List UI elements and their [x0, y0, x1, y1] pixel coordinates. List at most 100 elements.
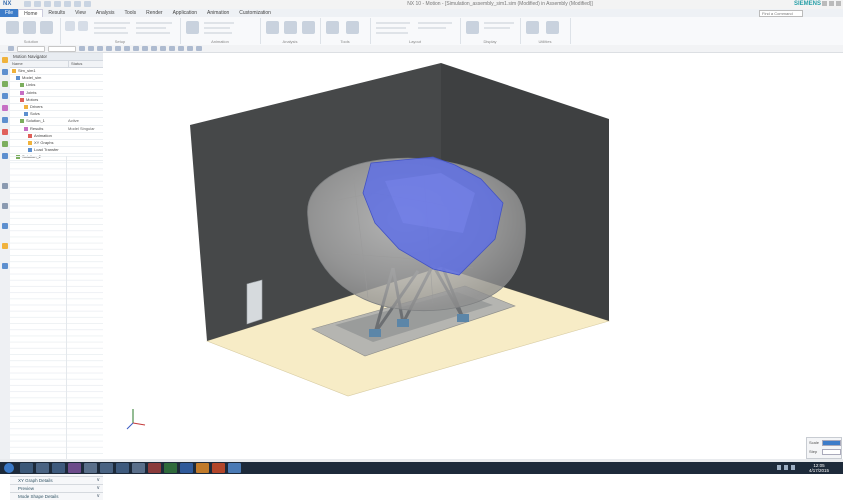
snap-icon[interactable] [88, 46, 94, 51]
copy-icon[interactable] [64, 1, 71, 7]
3d-model-view[interactable] [103, 53, 843, 459]
tree-node[interactable]: Results Model Singular [10, 126, 103, 133]
tree-node[interactable]: Drivers [10, 104, 103, 112]
tab-animation[interactable]: Animation [202, 9, 234, 17]
system-materials-icon[interactable] [2, 223, 8, 229]
palettes-icon[interactable] [2, 263, 8, 269]
constraint-navigator-icon[interactable] [2, 81, 8, 87]
interference-icon[interactable] [266, 21, 279, 34]
actuator-foot[interactable] [369, 329, 381, 337]
assembly-navigator-icon[interactable] [2, 69, 8, 75]
display-icon[interactable] [466, 21, 479, 34]
cut-icon[interactable] [54, 1, 61, 7]
taskbar-app-icon[interactable] [100, 463, 113, 473]
taskbar-app-icon[interactable] [148, 463, 161, 473]
tree-node[interactable]: Sim_sim1 [10, 68, 103, 76]
tab-render[interactable]: Render [141, 9, 167, 17]
tree-node[interactable]: Solvs [10, 111, 103, 119]
tree-node[interactable]: Links [10, 82, 103, 90]
view-icon[interactable] [160, 46, 166, 51]
tree-node[interactable]: Animation [10, 133, 103, 140]
network-icon[interactable] [777, 465, 781, 470]
view-icon[interactable] [196, 46, 202, 51]
view-icon[interactable] [169, 46, 175, 51]
actuator-foot[interactable] [457, 314, 469, 322]
new-solution-icon[interactable] [6, 21, 19, 34]
step-field[interactable] [822, 449, 841, 455]
taskbar-app-icon[interactable] [212, 463, 225, 473]
snap-icon[interactable] [106, 46, 112, 51]
ribbon-command[interactable] [204, 22, 234, 24]
tree-node[interactable]: Model_sim [10, 75, 103, 83]
column-header-name[interactable]: Name [10, 61, 69, 67]
taskbar-app-icon[interactable] [196, 463, 209, 473]
minimize-icon[interactable] [822, 1, 827, 6]
flag-icon[interactable] [791, 465, 795, 470]
ribbon-command[interactable] [418, 22, 452, 24]
undo-icon[interactable] [34, 1, 41, 7]
maximize-icon[interactable] [829, 1, 834, 6]
nx-taskbar-icon[interactable] [228, 463, 241, 473]
tree-node[interactable]: Solution_1 Active [10, 118, 103, 126]
snap-icon[interactable] [79, 46, 85, 51]
snap-icon[interactable] [142, 46, 148, 51]
system-scenes-icon[interactable] [2, 203, 8, 209]
ribbon-command[interactable] [136, 22, 172, 24]
tree-node[interactable]: Load Transfer [10, 147, 103, 155]
training-icon[interactable] [2, 243, 8, 249]
ribbon-command[interactable] [484, 27, 510, 29]
tree-node[interactable]: XY Graphs [10, 140, 103, 148]
tree-node[interactable]: Joints [10, 90, 103, 97]
part-navigator-icon[interactable] [2, 93, 8, 99]
column-header-status[interactable]: Status [69, 61, 82, 67]
ribbon-command[interactable] [204, 32, 232, 34]
solve-icon[interactable] [23, 21, 36, 34]
command-search-input[interactable]: Find a Command [759, 10, 803, 17]
tab-application[interactable]: Application [168, 9, 202, 17]
tab-tools[interactable]: Tools [119, 9, 141, 17]
process-studio-icon[interactable] [2, 153, 8, 159]
motion-navigator-icon[interactable] [2, 57, 8, 63]
ribbon-command[interactable] [484, 22, 514, 24]
environment-icon[interactable] [40, 21, 53, 34]
ribbon-command[interactable] [376, 27, 406, 29]
taskbar-app-icon[interactable] [36, 463, 49, 473]
roles-icon[interactable] [2, 183, 8, 189]
taskbar-app-icon[interactable] [84, 463, 97, 473]
menu-icon[interactable] [8, 46, 14, 51]
view-icon[interactable] [178, 46, 184, 51]
view-icon[interactable] [151, 46, 157, 51]
snap-icon[interactable] [124, 46, 130, 51]
excel-icon[interactable] [164, 463, 177, 473]
wrench-icon[interactable] [546, 21, 559, 34]
actuator-foot[interactable] [397, 319, 409, 327]
trace-icon[interactable] [302, 21, 315, 34]
tab-results[interactable]: Results [43, 9, 70, 17]
ribbon-command[interactable] [418, 27, 446, 29]
scope-dropdown[interactable] [48, 45, 76, 52]
panel-mode-shape-details[interactable]: Mode Shape Details ∨ [10, 492, 103, 500]
web-browser-icon[interactable] [2, 129, 8, 135]
measure-icon[interactable] [284, 21, 297, 34]
animation-icon[interactable] [186, 21, 199, 34]
joint-icon[interactable] [78, 21, 88, 31]
explorer-icon[interactable] [20, 463, 33, 473]
taskbar-app-icon[interactable] [52, 463, 65, 473]
ribbon-command[interactable] [94, 32, 128, 34]
ribbon-command[interactable] [376, 32, 408, 34]
word-icon[interactable] [180, 463, 193, 473]
tab-analysis[interactable]: Analysis [91, 9, 120, 17]
save-icon[interactable] [24, 1, 31, 7]
graphics-window[interactable] [103, 53, 843, 459]
tree-node[interactable]: Motors [10, 97, 103, 104]
hd3d-tools-icon[interactable] [2, 117, 8, 123]
type-filter-dropdown[interactable] [17, 45, 45, 52]
tab-view[interactable]: View [70, 9, 91, 17]
panel-preview[interactable]: Preview ∨ [10, 484, 103, 492]
link-icon[interactable] [65, 21, 75, 31]
redo-icon[interactable] [44, 1, 51, 7]
snap-icon[interactable] [133, 46, 139, 51]
tab-file[interactable]: File [0, 9, 19, 17]
windows-start-icon[interactable] [4, 463, 14, 473]
close-icon[interactable] [836, 1, 841, 6]
